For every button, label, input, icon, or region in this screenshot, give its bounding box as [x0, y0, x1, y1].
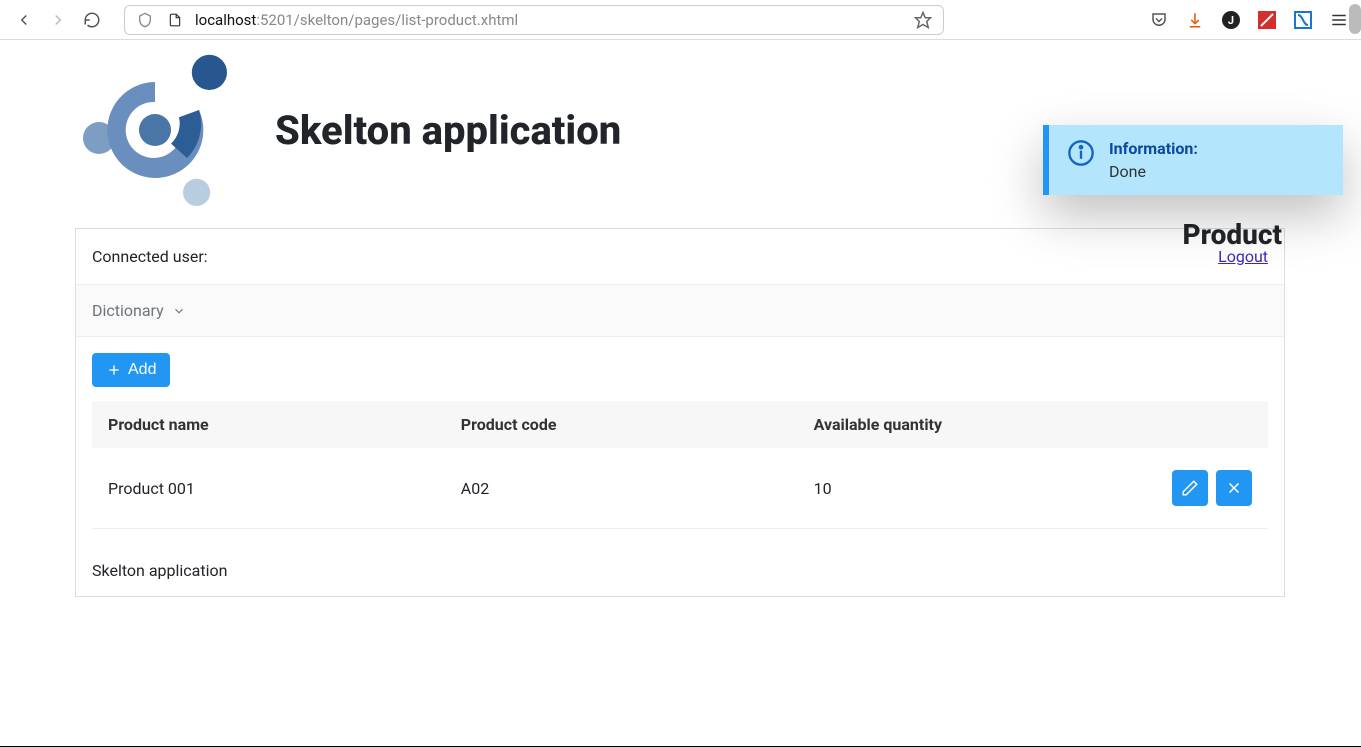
add-button-label: Add	[128, 361, 156, 379]
info-toast: Information: Done	[1043, 125, 1343, 195]
footer-text: Skelton application	[92, 561, 227, 580]
shield-icon	[135, 10, 155, 30]
page-title: Product	[1182, 218, 1282, 251]
extension-red-icon[interactable]	[1257, 10, 1277, 30]
toast-message: Done	[1109, 162, 1198, 181]
edit-button[interactable]	[1172, 470, 1208, 506]
connected-user-label: Connected user:	[92, 247, 208, 266]
menu-dictionary-label: Dictionary	[92, 301, 164, 320]
url-text: localhost:5201/skelton/pages/list-produc…	[195, 11, 518, 29]
back-button[interactable]	[12, 8, 36, 32]
plus-icon	[106, 362, 122, 378]
app-title: Skelton application	[275, 107, 621, 154]
toast-title: Information:	[1109, 139, 1198, 158]
extension-blue-icon[interactable]	[1293, 10, 1313, 30]
col-product-name: Product name	[92, 401, 445, 448]
reload-button[interactable]	[80, 8, 104, 32]
user-bar: Connected user: Logout	[76, 229, 1284, 284]
delete-button[interactable]	[1216, 470, 1252, 506]
cell-code: A02	[445, 448, 798, 529]
svg-text:J: J	[1228, 14, 1234, 27]
bookmark-star-icon[interactable]	[913, 10, 933, 30]
app-logo	[75, 50, 235, 210]
download-icon[interactable]	[1185, 10, 1205, 30]
col-available-qty: Available quantity	[798, 401, 1151, 448]
forward-button[interactable]	[46, 8, 70, 32]
product-table: Product name Product code Available quan…	[92, 401, 1268, 529]
profile-icon[interactable]: J	[1221, 10, 1241, 30]
url-bar[interactable]: localhost:5201/skelton/pages/list-produc…	[124, 5, 944, 35]
chevron-down-icon	[172, 304, 186, 318]
menu-icon[interactable]	[1329, 10, 1349, 30]
col-product-code: Product code	[445, 401, 798, 448]
document-icon	[165, 10, 185, 30]
main-panel: Connected user: Logout Dictionary Add Pr…	[75, 228, 1285, 597]
pocket-icon[interactable]	[1149, 10, 1169, 30]
pencil-icon	[1181, 479, 1199, 497]
info-icon	[1067, 139, 1095, 171]
cell-name: Product 001	[92, 448, 445, 529]
add-button[interactable]: Add	[92, 353, 170, 387]
table-row: Product 001 A02 10	[92, 448, 1268, 529]
cell-qty: 10	[798, 448, 1151, 529]
menu-dictionary[interactable]: Dictionary	[92, 301, 186, 320]
close-icon	[1225, 479, 1243, 497]
browser-toolbar: localhost:5201/skelton/pages/list-produc…	[0, 0, 1361, 40]
scrollbar[interactable]	[1349, 4, 1361, 34]
footer: Skelton application	[76, 545, 1284, 596]
